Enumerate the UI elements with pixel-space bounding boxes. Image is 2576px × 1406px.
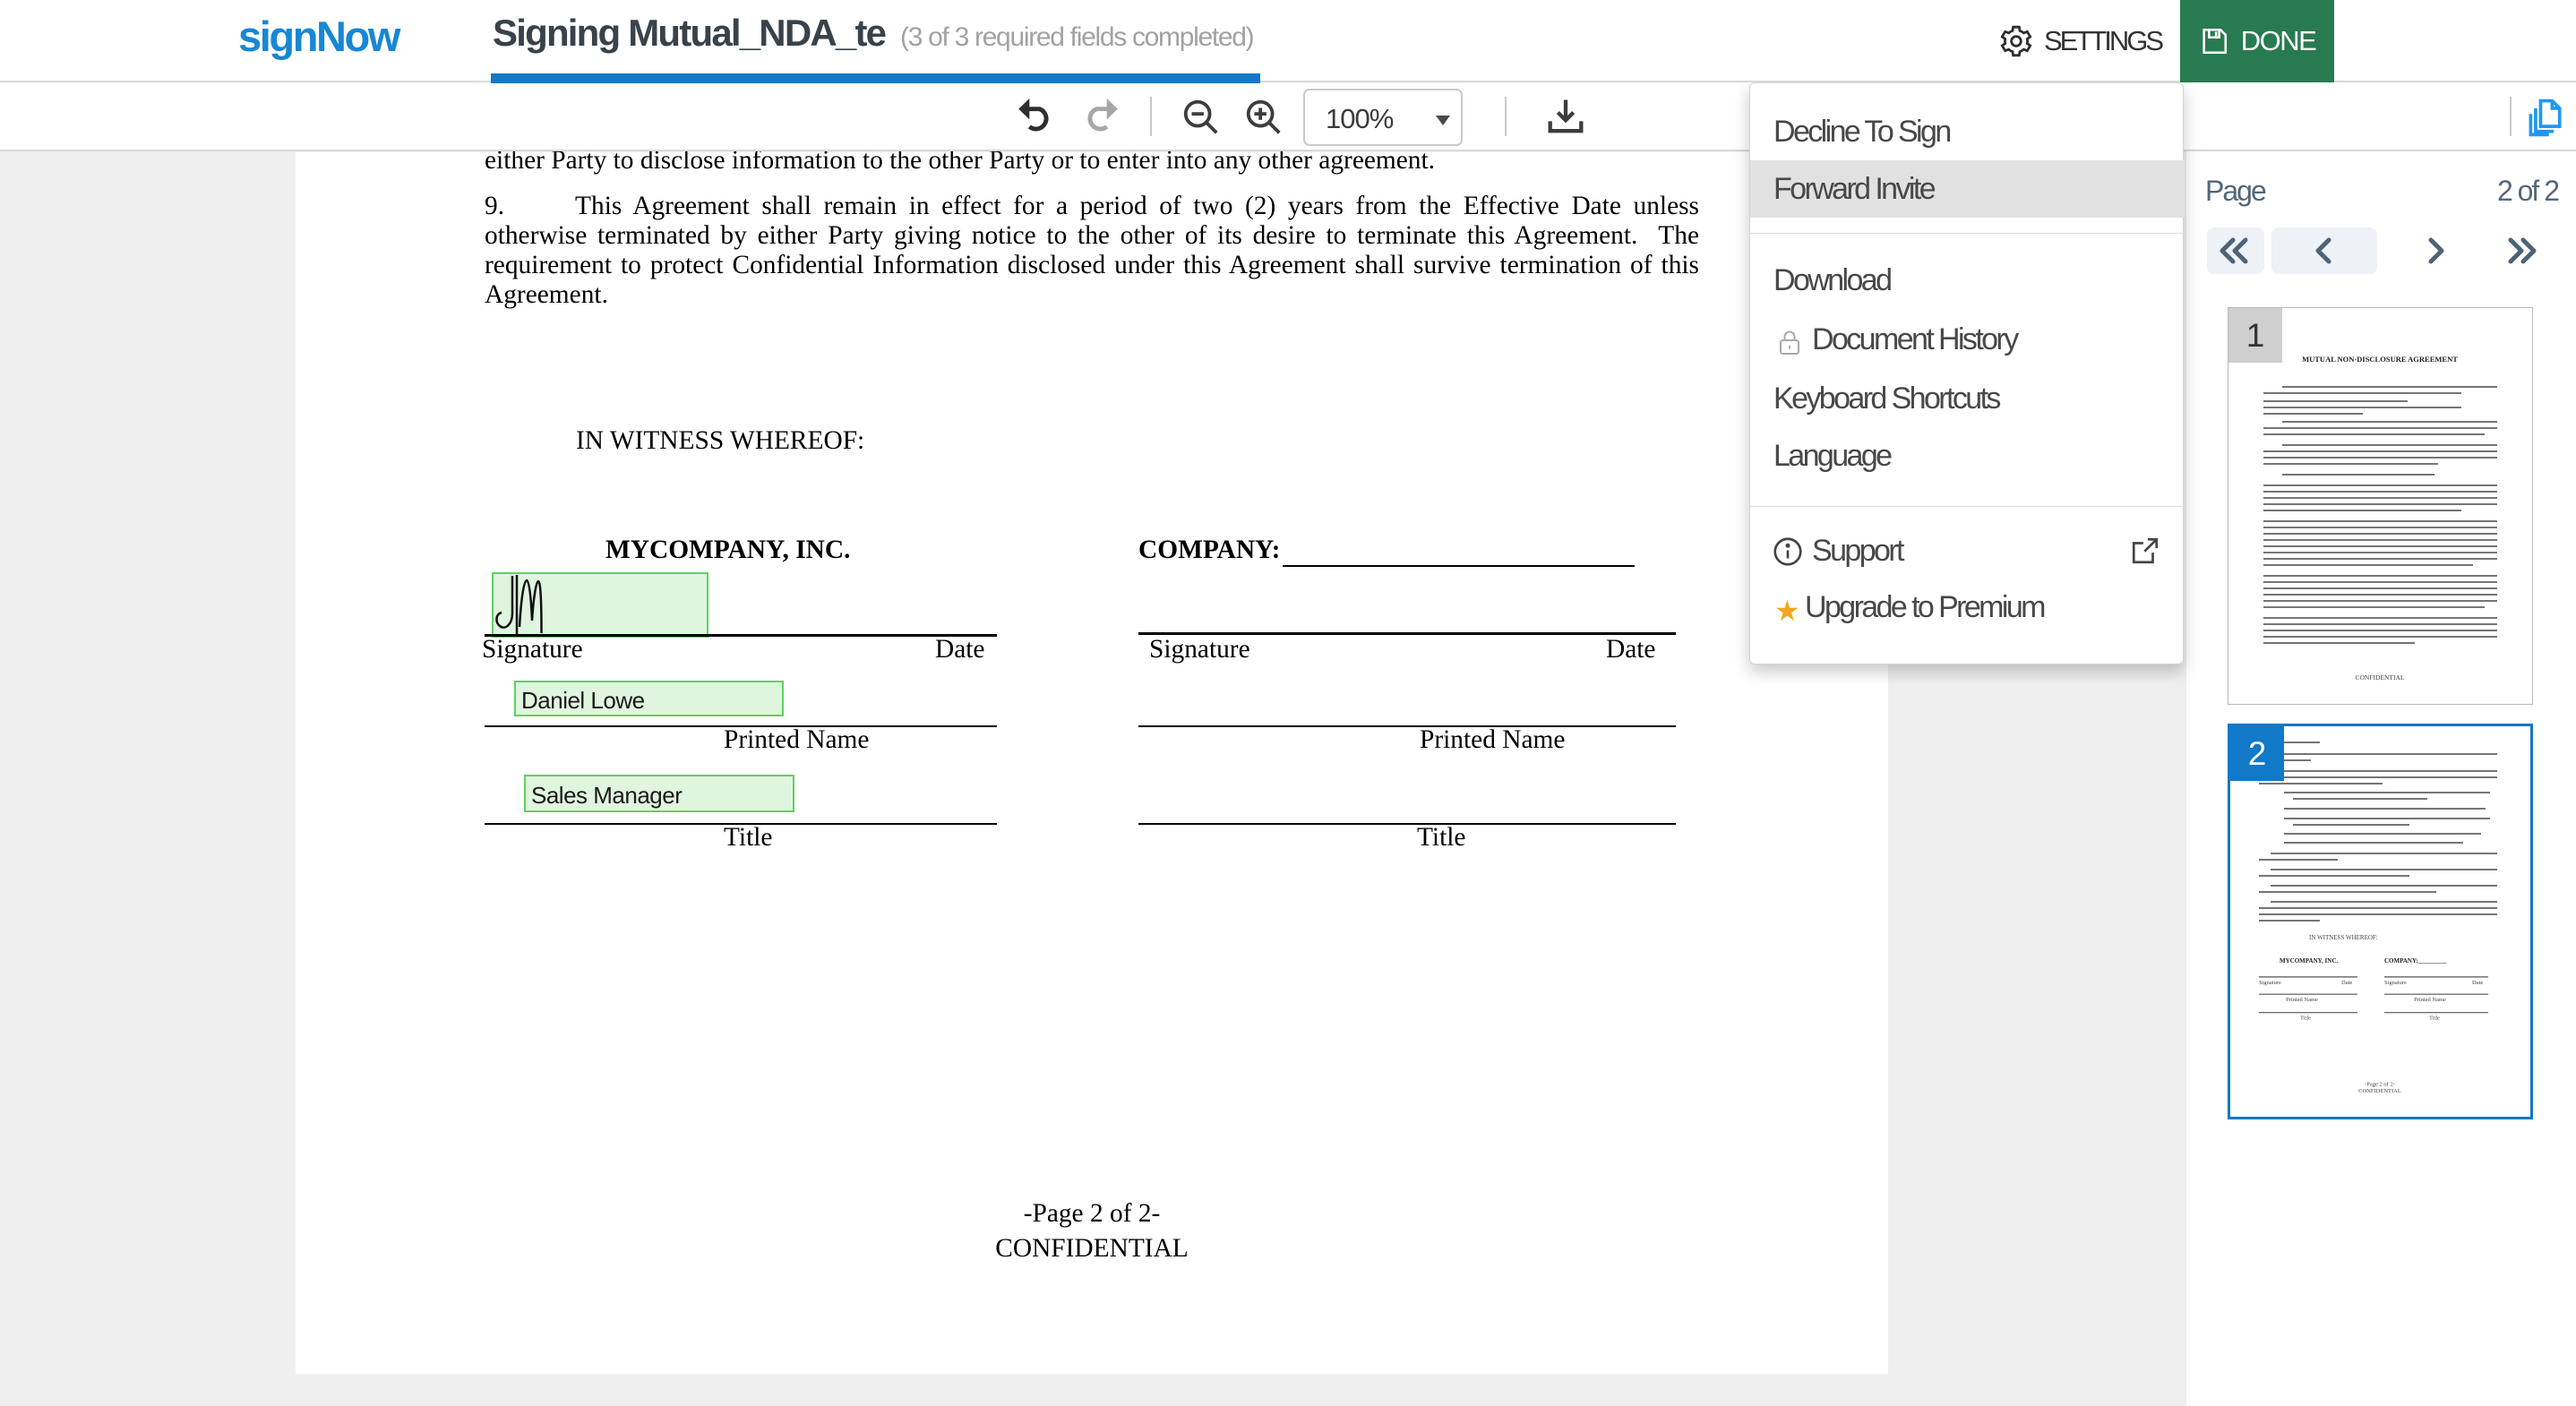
svg-text:Title: Title xyxy=(2300,1016,2311,1022)
svg-text:CONFIDENTIAL: CONFIDENTIAL xyxy=(2356,673,2405,682)
svg-text:Printed Name: Printed Name xyxy=(2286,997,2318,1003)
svg-text:MYCOMPANY, INC.: MYCOMPANY, INC. xyxy=(2280,957,2338,964)
svg-text:Signature: Signature xyxy=(2384,980,2407,986)
svg-text:Title: Title xyxy=(2429,1016,2440,1022)
svg-text:CONFIDENTIAL: CONFIDENTIAL xyxy=(2358,1088,2401,1094)
svg-text:-Page 2 of 2-: -Page 2 of 2- xyxy=(2365,1082,2395,1088)
svg-text:COMPANY:_________: COMPANY:_________ xyxy=(2384,957,2447,964)
svg-text:Printed Name: Printed Name xyxy=(2414,997,2446,1003)
svg-text:MUTUAL NON-DISCLOSURE AGREEMEN: MUTUAL NON-DISCLOSURE AGREEMENT xyxy=(2302,355,2458,364)
svg-text:Date: Date xyxy=(2472,980,2483,986)
svg-text:Signature: Signature xyxy=(2259,980,2281,986)
svg-text:Date: Date xyxy=(2341,980,2352,986)
svg-text:IN WITNESS WHEREOF:: IN WITNESS WHEREOF: xyxy=(2309,934,2378,941)
